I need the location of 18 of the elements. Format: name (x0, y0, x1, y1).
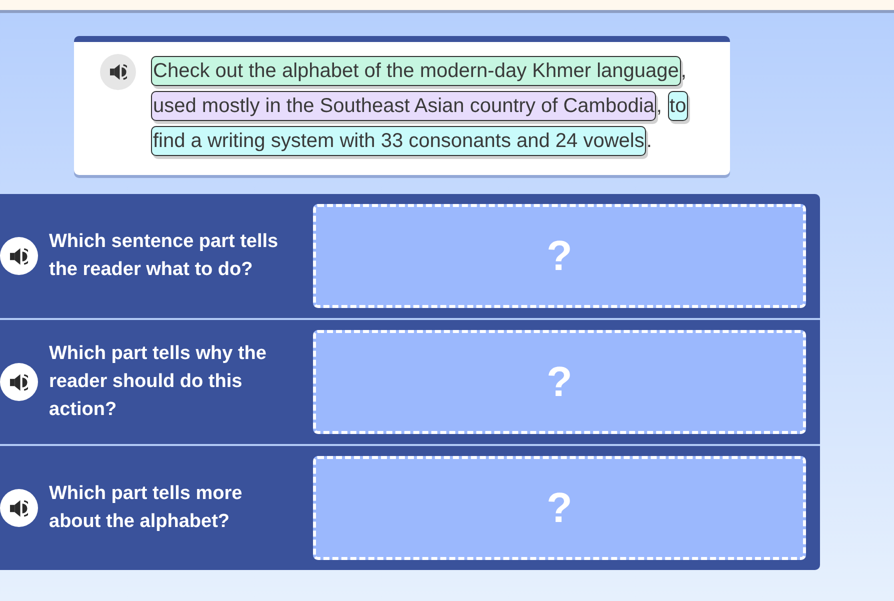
play-audio-button[interactable] (0, 363, 38, 401)
play-audio-button[interactable] (100, 54, 136, 90)
question-text: Which part tells why the reader should do this action? (49, 342, 268, 422)
sentence-part[interactable]: used mostly in the Southeast Asian country of Cambodia (151, 91, 656, 121)
speaker-icon (10, 374, 28, 390)
punctuation-text: , (656, 95, 662, 117)
punctuation-text: . (646, 130, 652, 152)
play-audio-button[interactable] (0, 237, 38, 275)
speaker-icon (10, 248, 28, 264)
sentence-part[interactable]: Check out the alphabet of the modern-day Khmer language (151, 56, 681, 86)
question-text: Which sentence part tells the reader what to do? (49, 230, 280, 282)
speaker-icon (110, 64, 126, 80)
sentence-part[interactable]: find a writing system with 33 consonants and 24 vowels (151, 126, 646, 156)
sentence-part[interactable]: to (668, 91, 688, 121)
speaker-icon (10, 500, 28, 516)
punctuation-text: , (680, 60, 686, 82)
question-text: Which part tells more about the alphabet? (49, 482, 244, 534)
play-audio-button[interactable] (0, 489, 38, 527)
